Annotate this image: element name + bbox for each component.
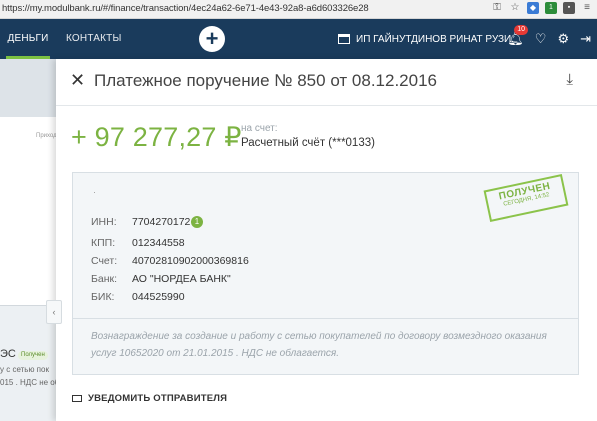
payer-details-panel: · ПОЛУЧЕН СЕГОДНЯ, 14:52 ИНН: 7704270172… <box>72 172 579 375</box>
notify-sender-button[interactable]: УВЕДОМИТЬ ОТПРАВИТЕЛЯ <box>72 393 227 404</box>
logout-icon[interactable]: ⇥ <box>580 31 591 47</box>
tab-money[interactable]: ДЕНЬГИ <box>6 19 50 59</box>
background-card-label: Приход <box>36 133 57 139</box>
tab-contacts[interactable]: КОНТАКТЫ <box>66 19 122 59</box>
add-button[interactable]: + <box>199 26 225 52</box>
account-name: Расчетный счёт (***0133) <box>241 137 375 149</box>
transaction-amount: + 97 277,27 ₽ <box>71 122 242 152</box>
field-label: БИК: <box>91 291 115 303</box>
close-icon[interactable]: ✕ <box>70 70 85 90</box>
received-stamp: ПОЛУЧЕН СЕГОДНЯ, 14:52 <box>483 174 569 222</box>
collapse-handle[interactable]: ‹ <box>46 300 62 324</box>
gear-icon[interactable]: ⚙ <box>557 31 569 47</box>
star-icon[interactable]: ☆ <box>509 2 521 14</box>
notification-badge: 10 <box>514 25 529 35</box>
field-value: 012344558 <box>132 237 185 249</box>
field-label: Счет: <box>91 255 118 267</box>
background-list-item-sub2: 015 . НДС не об <box>0 378 60 387</box>
payer-name-placeholder: · <box>93 187 96 197</box>
background-status-badge: Получен <box>18 351 48 360</box>
field-label: КПП: <box>91 237 116 249</box>
field-value: 40702810902000369816 <box>132 255 249 267</box>
company-selector[interactable]: ИП ГАЙНУТДИНОВ РИНАТ РУЗИ. <box>338 19 514 59</box>
field-value: 7704270172 <box>132 216 191 228</box>
field-value: АО "НОРДЕА БАНК" <box>132 273 231 285</box>
panel-divider <box>73 318 578 319</box>
key-icon[interactable]: ⚿ <box>491 2 503 14</box>
background-list-item-sub: у с сетью пок <box>0 365 49 374</box>
account-label: на счет: <box>241 123 278 134</box>
url-text[interactable]: https://my.modulbank.ru/#/finance/transa… <box>2 3 369 14</box>
nav-icons: 🔔︎ 10 ♡ ⚙ ⇥ <box>507 19 591 59</box>
browser-address-bar: https://my.modulbank.ru/#/finance/transa… <box>0 0 597 19</box>
extension-dark-icon[interactable]: ▪ <box>563 2 575 14</box>
field-value: 044525990 <box>132 291 185 303</box>
company-name: ИП ГАЙНУТДИНОВ РИНАТ РУЗИ. <box>356 33 514 45</box>
background-list-item-title[interactable]: ЭС <box>0 348 16 360</box>
field-label: ИНН: <box>91 216 117 228</box>
field-label: Банк: <box>91 273 118 285</box>
extension-icon[interactable]: 1 <box>545 2 557 14</box>
extension-shield-icon[interactable]: ◆ <box>527 2 539 14</box>
envelope-icon <box>72 395 82 402</box>
transaction-modal: ‹ ✕ Платежное поручение № 850 от 08.12.2… <box>46 59 597 421</box>
payment-purpose: Вознаграждение за создание и работу с се… <box>91 331 547 359</box>
modal-header: ✕ Платежное поручение № 850 от 08.12.201… <box>56 59 597 106</box>
download-icon[interactable]: ⤓ <box>566 71 573 88</box>
background-header-strip <box>0 59 64 117</box>
top-navigation: ДЕНЬГИ КОНТАКТЫ + ИП ГАЙНУТДИНОВ РИНАТ Р… <box>0 19 597 59</box>
bank-icon <box>338 34 350 44</box>
menu-icon[interactable]: ≡ <box>581 2 593 14</box>
inn-verified-badge[interactable]: 1 <box>191 216 203 228</box>
notify-sender-label: УВЕДОМИТЬ ОТПРАВИТЕЛЯ <box>88 393 228 404</box>
modal-title: Платежное поручение № 850 от 08.12.2016 <box>94 71 437 90</box>
heart-icon[interactable]: ♡ <box>535 31 547 47</box>
bell-icon[interactable]: 🔔︎ 10 <box>507 25 529 47</box>
background-card <box>0 117 57 305</box>
browser-toolbar: ⚿ ☆ ◆ 1 ▪ ≡ <box>491 2 593 14</box>
